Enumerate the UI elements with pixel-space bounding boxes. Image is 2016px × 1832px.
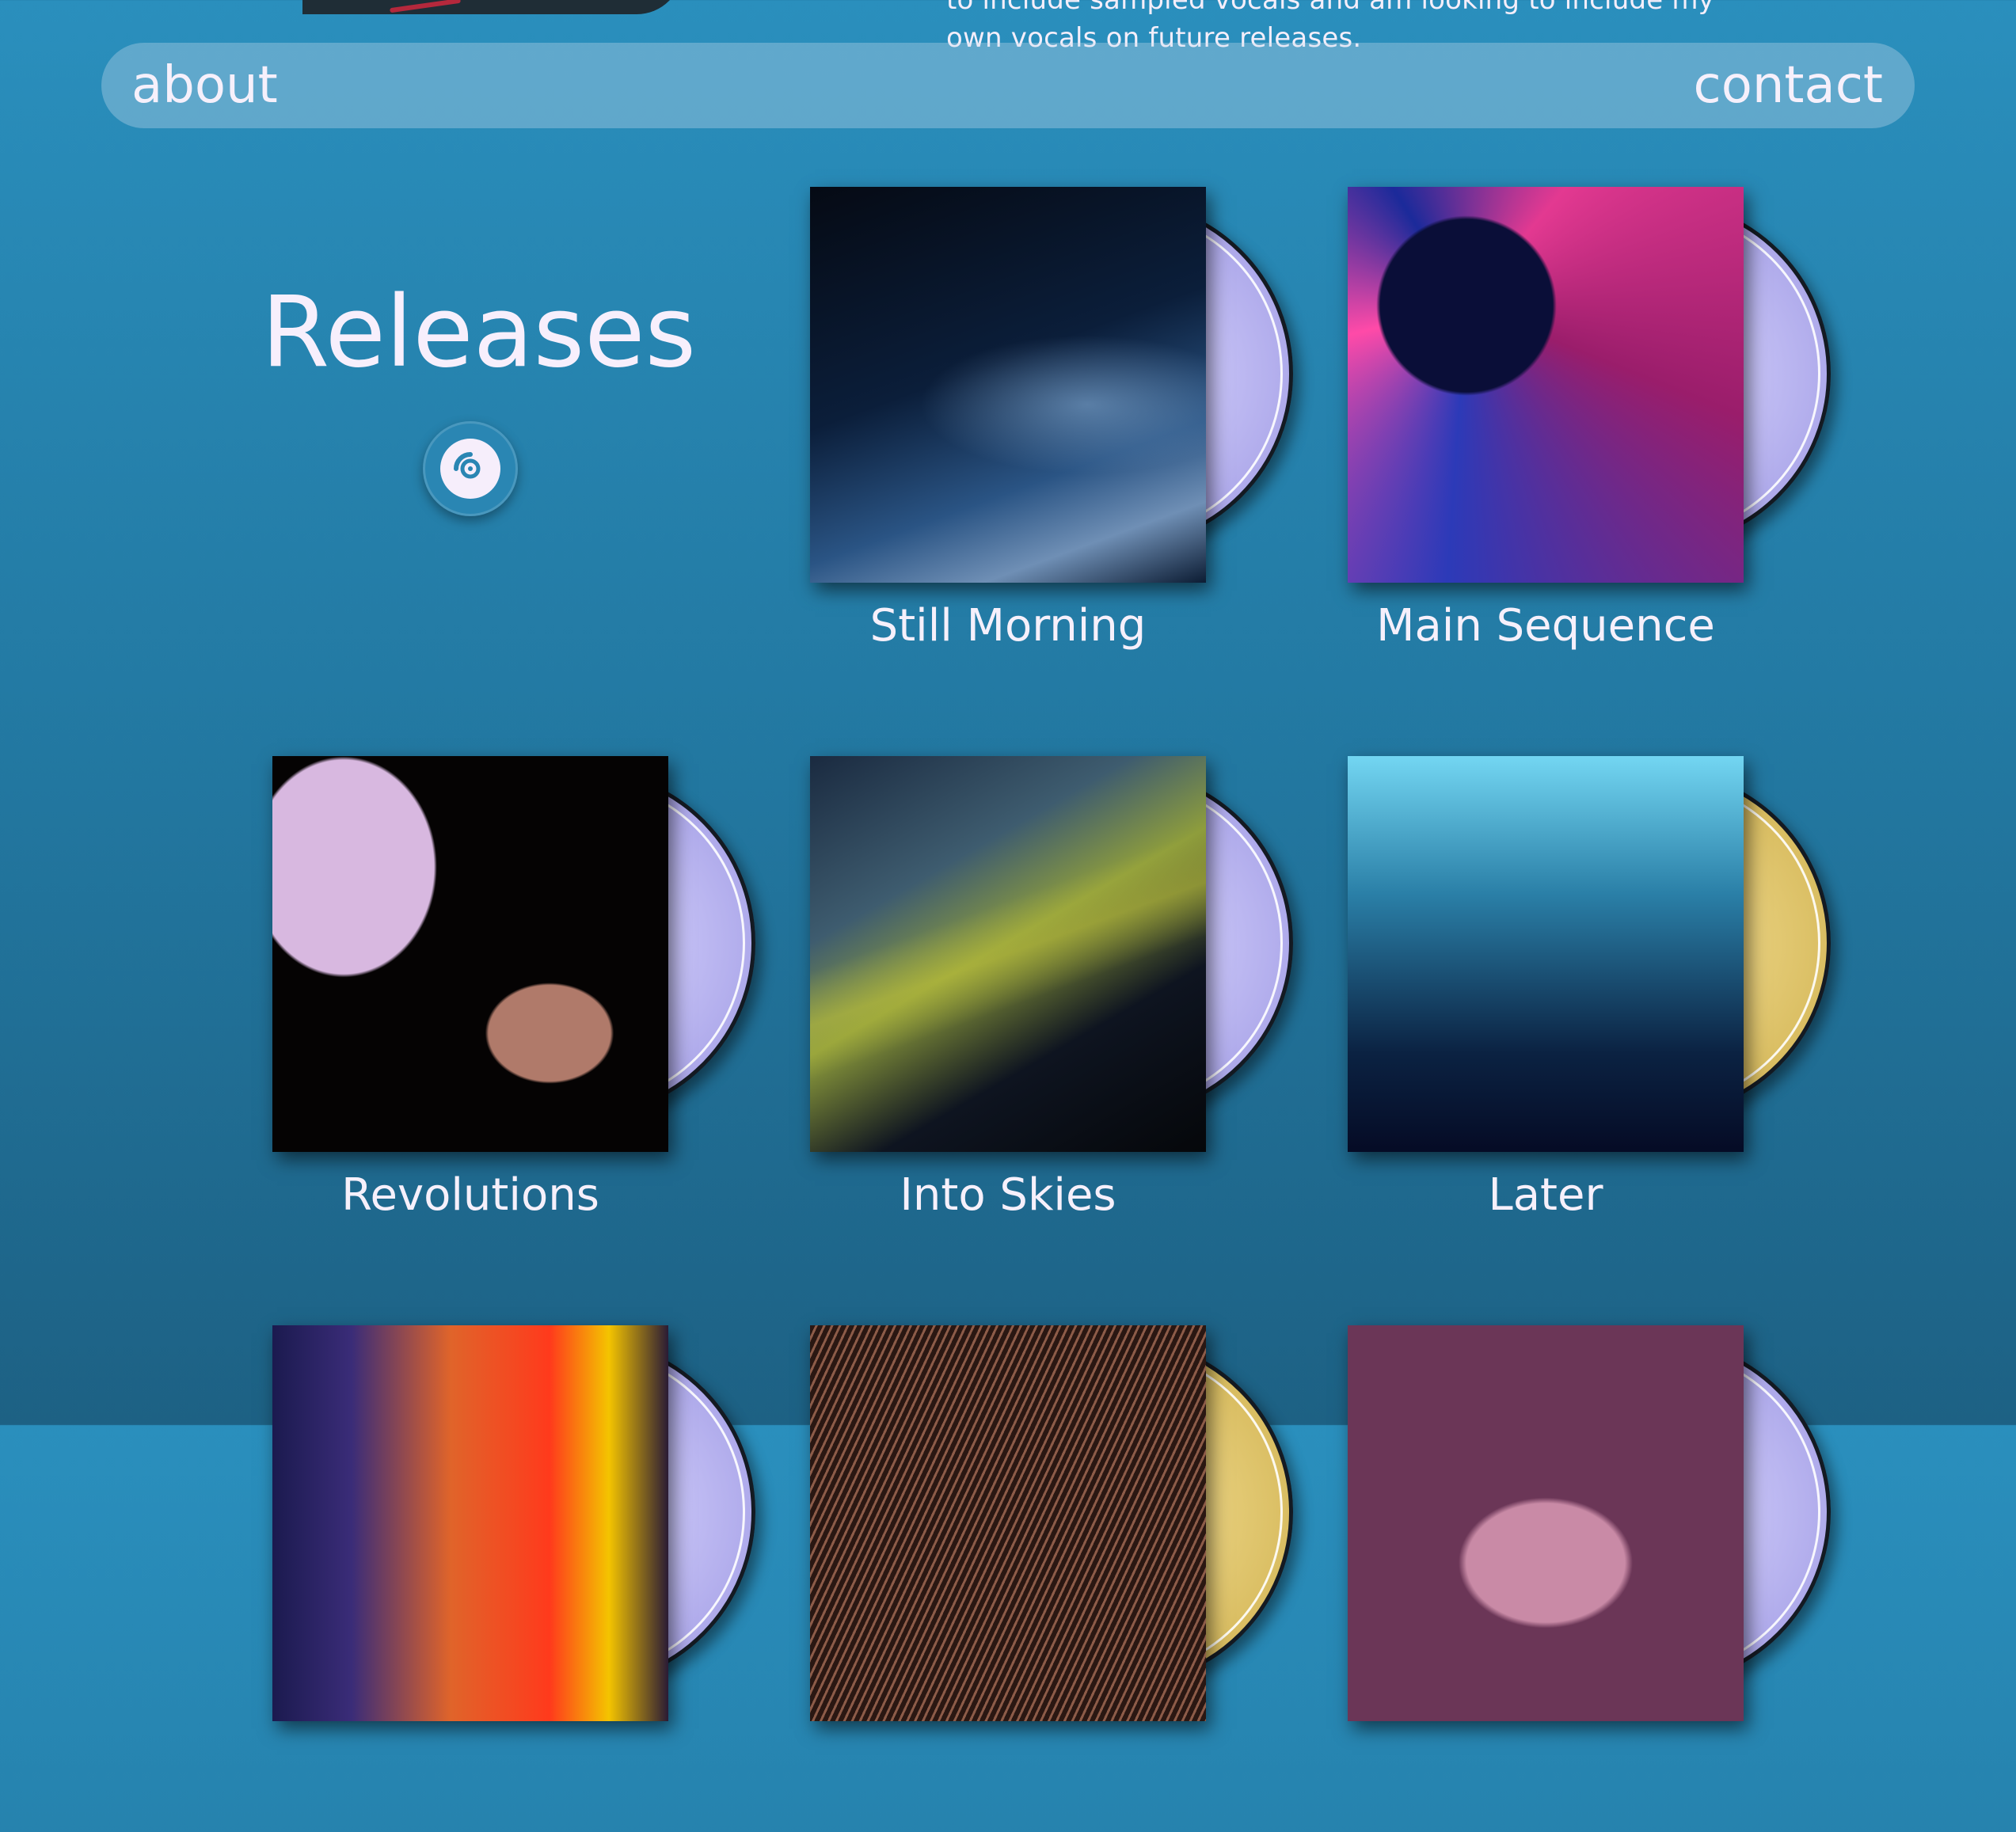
release-card-revolutions[interactable]: Revolutions — [272, 756, 755, 1263]
album-cover[interactable] — [1348, 756, 1744, 1152]
release-card-partial[interactable] — [1348, 1325, 1831, 1832]
album-cover[interactable] — [810, 1325, 1206, 1721]
album-cover[interactable] — [1348, 187, 1744, 583]
disc-icon — [440, 439, 500, 499]
album-cover[interactable] — [810, 187, 1206, 583]
release-card-partial[interactable] — [272, 1325, 755, 1832]
release-card-later[interactable]: Later — [1348, 756, 1831, 1263]
release-title[interactable]: Into Skies — [763, 1168, 1253, 1223]
album-cover[interactable] — [272, 756, 668, 1152]
nav-about-link[interactable]: about — [131, 55, 278, 116]
previous-section-artwork — [302, 0, 683, 14]
release-card-into-skies[interactable]: Into Skies — [810, 756, 1293, 1263]
about-text-line: to include sampled vocals and am looking… — [946, 0, 1714, 16]
release-card-still-morning[interactable]: Still Morning — [810, 187, 1293, 694]
release-title[interactable]: Still Morning — [763, 599, 1253, 654]
release-title[interactable]: Main Sequence — [1300, 599, 1791, 654]
release-title[interactable]: Later — [1300, 1168, 1791, 1223]
releases-heading: Releases — [261, 276, 697, 390]
top-nav-bar: about contact — [101, 43, 1915, 128]
release-card-partial[interactable] — [810, 1325, 1293, 1832]
album-cover[interactable] — [272, 1325, 668, 1721]
nav-contact-link[interactable]: contact — [1694, 55, 1884, 116]
album-cover[interactable] — [1348, 1325, 1744, 1721]
album-cover[interactable] — [810, 756, 1206, 1152]
release-card-main-sequence[interactable]: Main Sequence — [1348, 187, 1831, 694]
release-title[interactable]: Revolutions — [225, 1168, 716, 1223]
disc-button[interactable] — [423, 421, 518, 516]
